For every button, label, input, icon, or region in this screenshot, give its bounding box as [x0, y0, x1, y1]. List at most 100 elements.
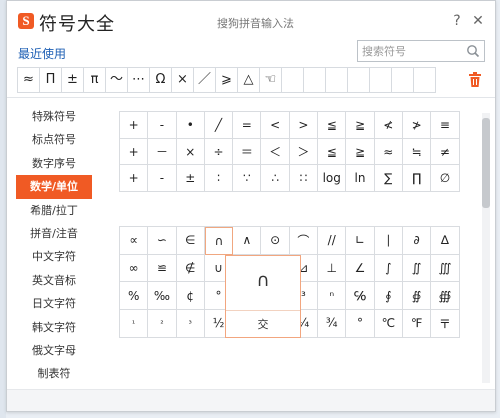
symbol-cell[interactable]: ≈ [374, 138, 403, 166]
sidebar-category-item[interactable]: 日文字符 [16, 292, 92, 315]
symbol-cell[interactable]: ² [148, 310, 177, 338]
close-icon[interactable]: ✕ [471, 14, 485, 28]
symbol-cell[interactable]: // [318, 227, 347, 255]
symbol-cell[interactable]: × [176, 138, 205, 166]
symbol-cell[interactable]: ‰ [148, 282, 177, 311]
symbol-cell[interactable]: + [120, 112, 149, 139]
sidebar-category-item[interactable]: 韩文字符 [16, 316, 92, 339]
symbol-cell[interactable]: ⌒ [289, 227, 319, 255]
recent-symbol-cell[interactable]: ± [61, 67, 84, 93]
recent-symbol-cell[interactable]: ／ [193, 67, 216, 93]
symbol-cell[interactable]: ≧ [346, 112, 375, 139]
symbol-cell[interactable]: ∟ [346, 227, 375, 255]
symbol-cell[interactable]: ∅ [431, 165, 460, 193]
symbol-cell[interactable]: ╱ [204, 112, 234, 139]
symbol-cell[interactable]: ∂ [402, 227, 432, 255]
symbol-cell[interactable]: ⊥ [318, 254, 347, 283]
symbol-cell[interactable]: = [233, 112, 262, 139]
symbol-cell[interactable]: ≒ [402, 138, 432, 166]
symbol-cell[interactable]: ∵ [233, 165, 262, 193]
symbol-cell[interactable]: 〒 [431, 310, 460, 338]
symbol-cell[interactable]: ℉ [402, 310, 432, 338]
symbol-cell[interactable]: ∰ [431, 282, 460, 311]
recent-symbol-cell[interactable]: ≈ [17, 67, 40, 93]
symbol-cell[interactable]: ∏ [402, 165, 432, 193]
symbol-cell[interactable]: ¢ [176, 282, 205, 311]
symbol-cell[interactable]: ＞ [289, 138, 319, 166]
symbol-cell[interactable]: ∣ [374, 227, 403, 255]
sidebar-category-item[interactable]: 英文音标 [16, 269, 92, 292]
symbol-cell[interactable]: ∯ [402, 282, 432, 311]
symbol-cell[interactable]: ∮ [374, 282, 403, 311]
symbol-cell[interactable]: ≠ [431, 138, 460, 166]
symbol-cell[interactable]: ＜ [261, 138, 290, 166]
symbol-cell[interactable]: ∧ [233, 227, 262, 255]
title-bar[interactable]: S 符号大全 搜狗拼音输入法 ? ✕ [7, 1, 495, 41]
symbol-cell[interactable]: ≡ [431, 112, 460, 139]
recent-symbol-cell[interactable] [369, 67, 392, 93]
symbol-cell[interactable]: - [148, 112, 177, 139]
recent-symbol-cell[interactable]: × [171, 67, 194, 93]
sidebar-category-item[interactable]: 俄文字母 [16, 339, 92, 362]
recent-symbol-cell[interactable]: ⩾ [215, 67, 238, 93]
symbol-cell[interactable]: － [148, 138, 177, 166]
recent-symbol-cell[interactable] [325, 67, 348, 93]
recent-symbol-cell[interactable] [303, 67, 326, 93]
sidebar-category-item[interactable]: 标点符号 [16, 128, 92, 151]
symbol-cell[interactable]: ° [346, 310, 375, 338]
recent-symbol-cell[interactable]: Ω [149, 67, 172, 93]
symbol-cell[interactable]: ∑ [374, 165, 403, 193]
symbol-cell[interactable]: ∞ [120, 254, 149, 283]
symbol-cell[interactable]: ＝ [233, 138, 262, 166]
recent-symbol-cell[interactable] [413, 67, 436, 93]
symbol-cell[interactable]: ∆ [431, 227, 460, 255]
recent-symbol-cell[interactable]: π [83, 67, 106, 93]
sidebar-category-item[interactable]: 数学/单位 [16, 175, 92, 199]
symbol-cell[interactable]: ¹ [120, 310, 149, 338]
symbol-cell[interactable]: ≦ [318, 138, 347, 166]
search-input[interactable] [362, 43, 462, 59]
symbol-cell[interactable]: ⊙ [261, 227, 290, 255]
symbol-cell[interactable]: ℃ [374, 310, 403, 338]
symbol-cell[interactable]: < [261, 112, 290, 139]
search-icon[interactable] [466, 44, 480, 58]
recent-symbol-cell[interactable] [281, 67, 304, 93]
symbol-cell[interactable]: ∠ [346, 254, 375, 283]
sidebar-category-item[interactable]: 特殊符号 [16, 105, 92, 128]
symbol-cell[interactable]: ℅ [346, 282, 375, 311]
sidebar-category-item[interactable]: 中文字符 [16, 245, 92, 268]
symbol-cell[interactable]: - [148, 165, 177, 193]
symbol-cell[interactable]: ∭ [431, 254, 460, 283]
recent-symbol-cell[interactable]: ⋯ [127, 67, 150, 93]
symbol-cell[interactable]: + [120, 165, 149, 193]
symbol-cell[interactable]: ∩ [204, 227, 234, 255]
symbol-cell[interactable]: log [318, 165, 347, 193]
symbol-cell[interactable]: ∶ [204, 165, 234, 193]
recent-symbol-cell[interactable] [391, 67, 414, 93]
symbol-cell[interactable]: ≯ [402, 112, 432, 139]
symbol-cell[interactable]: ∴ [261, 165, 290, 193]
symbol-cell[interactable]: ∫ [374, 254, 403, 283]
recent-symbol-cell[interactable]: ☜ [259, 67, 282, 93]
recent-symbol-cell[interactable]: ～ [105, 67, 128, 93]
symbol-cell[interactable]: ≧ [346, 138, 375, 166]
symbol-cell[interactable]: ≮ [374, 112, 403, 139]
recent-symbol-cell[interactable]: △ [237, 67, 260, 93]
trash-icon[interactable] [468, 72, 482, 88]
symbol-cell[interactable]: ∝ [120, 227, 149, 255]
symbol-cell[interactable]: + [120, 138, 149, 166]
symbol-cell[interactable]: ± [176, 165, 205, 193]
symbol-cell[interactable]: ≌ [148, 254, 177, 283]
symbol-cell[interactable]: % [120, 282, 149, 311]
sidebar-category-item[interactable]: 数字序号 [16, 152, 92, 175]
symbol-cell[interactable]: ln [346, 165, 375, 193]
symbol-cell[interactable]: ÷ [204, 138, 234, 166]
scroll-thumb[interactable] [482, 118, 490, 208]
sidebar-category-item[interactable]: 希腊/拉丁 [16, 199, 92, 222]
symbol-cell[interactable]: ∷ [289, 165, 319, 193]
recent-symbol-cell[interactable] [347, 67, 370, 93]
symbol-cell[interactable]: ⁿ [318, 282, 347, 311]
search-box[interactable] [357, 40, 485, 62]
symbol-cell[interactable]: ∬ [402, 254, 432, 283]
symbol-cell[interactable]: ¾ [318, 310, 347, 338]
